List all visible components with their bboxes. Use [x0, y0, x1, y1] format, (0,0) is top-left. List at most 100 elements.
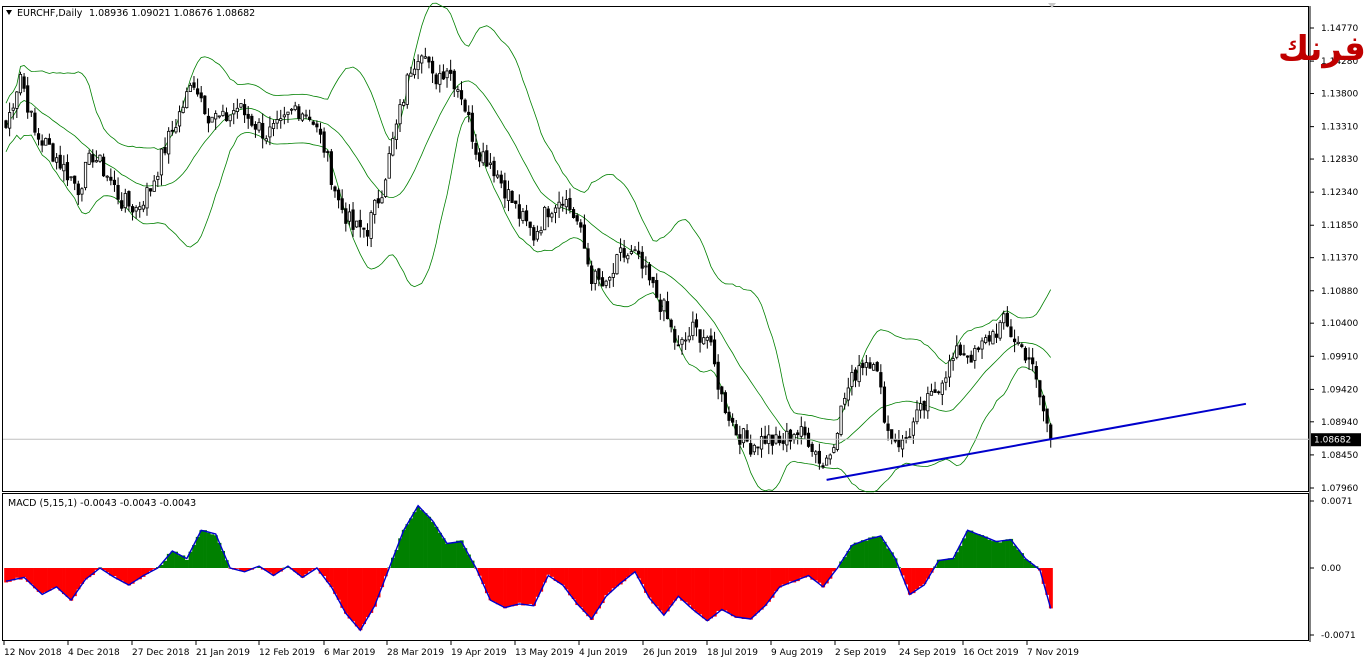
candle-body: [970, 355, 972, 362]
scroll-marker-icon[interactable]: [1048, 3, 1056, 8]
candle-body: [1035, 366, 1037, 379]
candle-body: [540, 230, 542, 232]
candle-body: [930, 391, 932, 395]
candle-body: [413, 69, 415, 75]
candle-body: [337, 190, 339, 200]
macd-bar: [579, 568, 583, 607]
candle-body: [858, 366, 860, 382]
candle-body: [590, 266, 592, 284]
candle-body: [984, 338, 986, 343]
candle-body: [760, 437, 762, 450]
macd-bar: [416, 507, 420, 568]
macd-bar: [499, 568, 503, 606]
candle-body: [352, 210, 354, 230]
macd-bar: [677, 568, 681, 597]
macd-bar: [742, 568, 746, 619]
candle-body: [724, 393, 726, 413]
candlesticks[interactable]: [5, 48, 1052, 470]
candle-body: [1013, 339, 1015, 342]
candle-body: [598, 269, 600, 280]
macd-bar: [22, 568, 26, 577]
macd-bar: [724, 568, 728, 611]
candle-body: [735, 425, 737, 436]
candle-body: [554, 208, 556, 213]
macd-bar: [409, 518, 413, 568]
candle-body: [48, 139, 50, 145]
candle-body: [421, 56, 423, 63]
macd-bar: [987, 540, 991, 568]
candle-body: [345, 209, 347, 224]
chart-canvas[interactable]: 1.147701.142801.138001.133101.128301.123…: [0, 0, 1366, 665]
macd-bar: [431, 522, 435, 568]
candle-body: [214, 113, 216, 118]
candle-body: [731, 418, 733, 422]
candle-body: [522, 211, 524, 220]
candle-body: [1021, 345, 1023, 347]
macd-bar: [662, 568, 666, 614]
candle-body: [225, 113, 227, 121]
macd-bar: [1016, 550, 1020, 568]
candle-body: [186, 92, 188, 108]
candle-body: [890, 430, 892, 439]
dropdown-triangle-icon[interactable]: [6, 10, 12, 15]
candle-body: [876, 362, 878, 370]
candle-body: [587, 249, 589, 264]
candle-body: [1042, 396, 1044, 411]
candle-body: [157, 176, 159, 179]
candle-body: [1017, 342, 1019, 343]
macd-bar: [207, 533, 211, 568]
price-tick-label: 1.12340: [1321, 188, 1358, 198]
macd-bar: [69, 568, 73, 601]
candle-body: [240, 104, 242, 108]
support-trendline[interactable]: [827, 404, 1246, 480]
candle-body: [395, 124, 397, 139]
time-tick-label: 21 Jan 2019: [196, 648, 250, 658]
macd-bar: [998, 542, 1002, 568]
candle-body: [486, 151, 488, 166]
candle-body: [243, 104, 245, 114]
macd-bar: [984, 537, 988, 568]
candle-body: [482, 152, 484, 163]
macd-bar: [449, 543, 453, 568]
macd-bar: [492, 568, 496, 602]
candle-body: [525, 211, 527, 221]
macd-bar: [48, 568, 52, 591]
price-tick-label: 1.09910: [1321, 352, 1358, 362]
macd-bar: [684, 568, 688, 602]
candle-body: [254, 124, 256, 129]
candle-body: [742, 429, 744, 443]
candle-body: [464, 100, 466, 111]
candle-body: [648, 265, 650, 280]
macd-bar: [557, 568, 561, 583]
candle-body: [139, 207, 141, 210]
candle-body: [308, 117, 310, 119]
candle-body: [551, 214, 553, 217]
candle-body: [565, 200, 567, 207]
macd-bar: [781, 568, 785, 585]
candle-body: [204, 96, 206, 114]
macd-bar: [648, 568, 652, 598]
candle-body: [637, 251, 639, 254]
macd-bar: [702, 568, 706, 618]
macd-bar: [362, 568, 366, 624]
candle-body: [366, 230, 368, 236]
macd-bar: [749, 568, 753, 620]
candle-body: [131, 207, 133, 213]
macd-bar: [37, 568, 41, 592]
candle-body: [272, 123, 274, 128]
candle-body: [1003, 314, 1005, 323]
candle-body: [149, 189, 151, 191]
macd-bar: [857, 542, 861, 568]
candle-body: [298, 107, 300, 119]
candle-body: [916, 410, 918, 422]
candle-body: [909, 437, 911, 438]
macd-bar: [608, 568, 612, 592]
macd-header: MACD (5,15,1) -0.0043 -0.0043 -0.0043: [8, 498, 196, 509]
candle-body: [453, 71, 455, 89]
candle-body: [5, 121, 7, 128]
candle-body: [536, 231, 538, 239]
macd-bar: [452, 543, 456, 568]
current-price-label: 1.08682: [1314, 436, 1351, 446]
candle-body: [493, 161, 495, 175]
candle-body: [627, 256, 629, 259]
